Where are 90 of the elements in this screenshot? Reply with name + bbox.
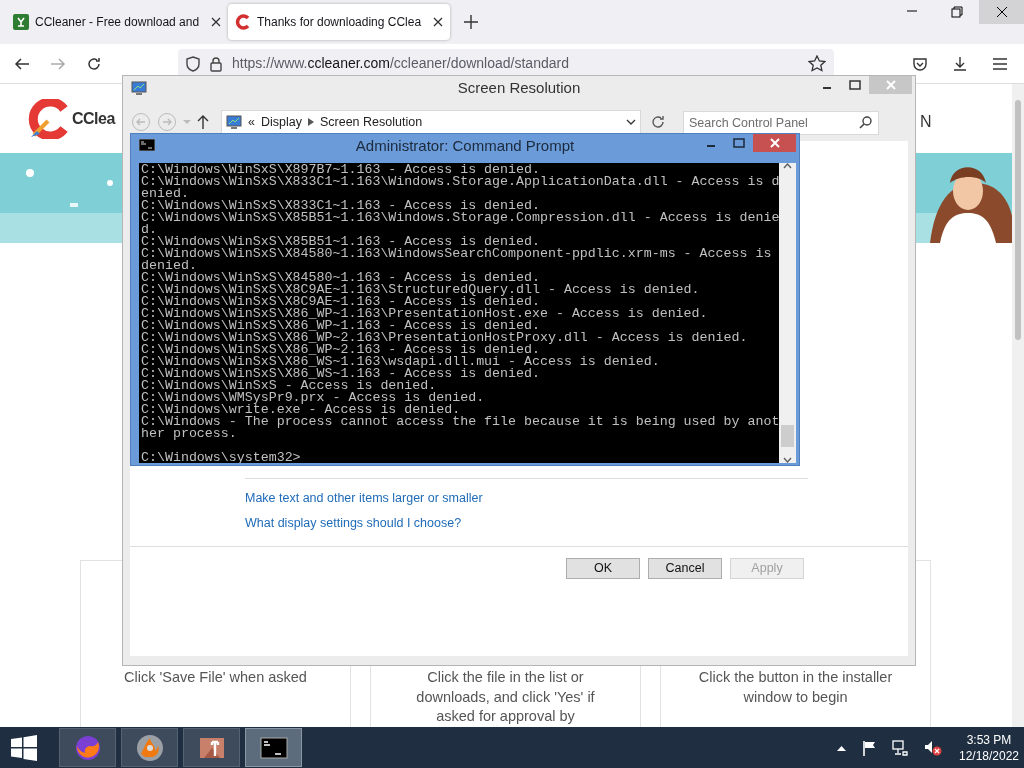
nav-link[interactable]: N [920, 110, 932, 134]
console-line: C:\Windows\WinSxS\X86_WS~1.163 - Access is denied. [141, 368, 541, 380]
console-line: C:\Windows\WinSxS\X86_WP~1.163 - Access is denied. [141, 320, 540, 332]
lock-icon [210, 55, 222, 72]
console-line: d. [141, 224, 157, 236]
console-line: C:\Windows\WinSxS\X833C1~1.163 - Access is denied. [141, 200, 540, 212]
scroll-down-icon [783, 457, 792, 463]
logo-icon [28, 98, 70, 139]
up-arrow-icon[interactable] [197, 115, 209, 129]
chevron-icon [307, 118, 314, 126]
console-line: C:\Windows\WinSxS\X86_WS~1.163\wsdapi.dll.mui - Access is denied. [141, 356, 661, 368]
clock-date: 12/18/2022 [957, 747, 1021, 764]
firefox-icon [73, 733, 102, 762]
console-line: C:\Windows\write.exe - Access is denied. [141, 404, 461, 416]
monitor-icon [226, 114, 242, 130]
console-line: C:\Windows\WinSxS\X86_WP~2.163\PresentationHostProxy.dll - Access is denied. [141, 332, 749, 344]
console-line: C:\Windows - The process cannot access the file because it is being used by anot [141, 416, 778, 428]
console-line: C:\Windows\WinSxS\X897B7~1.163 - Access is denied. [141, 164, 540, 176]
console-line: denied. [141, 260, 197, 272]
scrollbar[interactable] [779, 163, 796, 463]
console-prompt[interactable]: C:\Windows\system32> [141, 452, 778, 463]
back-icon[interactable] [14, 55, 30, 72]
taskbar-button[interactable] [183, 728, 240, 767]
restore-icon[interactable] [950, 6, 963, 18]
menu-icon[interactable] [992, 55, 1008, 72]
address-bar[interactable]: « Display Screen Resolution [221, 110, 641, 134]
refresh-icon[interactable] [651, 115, 665, 129]
maximize-icon[interactable] [733, 138, 745, 148]
download-favicon [13, 14, 29, 30]
scrollbar[interactable] [1012, 84, 1024, 727]
logo-text[interactable]: CClea [72, 106, 115, 131]
clock-time: 3:53 PM [965, 731, 1013, 748]
chevron-up-icon[interactable] [837, 744, 846, 751]
console-line: C:\Windows\WinSxS\X85B51~1.163 - Access is denied. [141, 236, 540, 248]
breadcrumb-item[interactable]: Display [260, 112, 302, 132]
maximize-icon[interactable] [849, 80, 861, 90]
close-icon[interactable] [211, 17, 221, 27]
close-icon[interactable] [995, 6, 1008, 18]
pocket-icon[interactable] [912, 55, 928, 72]
console-line: C:\Windows\WinSxS\X86_WP~2.163 - Access is denied. [141, 344, 540, 356]
start-icon[interactable] [11, 734, 37, 761]
step-text: Click the button in the installer window to begin [697, 668, 894, 707]
url-text: https://www.ccleaner.com/ccleaner/download/standard [232, 54, 570, 73]
flag-icon[interactable] [862, 739, 876, 756]
browser-tab[interactable]: CCleaner - Free download and [6, 4, 228, 40]
step-text: Click 'Save File' when asked [123, 668, 308, 687]
taskbar-button[interactable] [245, 728, 302, 767]
console-line: C:\Windows\WinSxS\X8C9AE~1.163 - Access is denied. [141, 296, 540, 308]
console-line: enied. [141, 188, 189, 200]
clock[interactable]: 3:53 PM 12/18/2022 [954, 731, 1024, 764]
breadcrumb-item[interactable]: Screen Resolution [319, 112, 423, 132]
browser-tab[interactable]: Thanks for downloading CClea [228, 4, 450, 40]
window-title: Administrator: Command Prompt [355, 136, 575, 157]
window-close-button[interactable] [753, 134, 796, 152]
tab-title: Thanks for downloading CClea [257, 14, 423, 31]
ccleaner-favicon [235, 14, 251, 30]
disc-icon [135, 733, 164, 762]
console-line: C:\Windows\WinSxS\X8C9AE~1.163\StructuredQuery.dll - Access is denied. [141, 284, 701, 296]
scrollbar-thumb[interactable] [1015, 100, 1021, 340]
console-line: C:\Windows\WinSxS\X84580~1.163\WindowsSearchComponent-ppdlic.xrm-ms - Access is [141, 248, 773, 260]
search-field[interactable]: Search Control Panel [683, 111, 879, 135]
dialog-button[interactable]: OK [566, 558, 640, 579]
console-icon [139, 139, 155, 151]
console-line: her process. [141, 428, 238, 440]
console-line: C:\Windows\WinSxS - Access is denied. [141, 380, 437, 392]
console-line: C:\Windows\WinSxS\X84580~1.163 - Access is denied. [141, 272, 541, 284]
search-icon[interactable] [859, 116, 872, 129]
network-icon[interactable] [892, 739, 908, 756]
scrollbar-thumb[interactable] [781, 425, 795, 447]
shield-icon [186, 55, 200, 72]
reload-icon[interactable] [86, 55, 102, 72]
console-line: C:\Windows\WinSxS\X85B51~1.163\Windows.Storage.Compression.dll - Access is denie [141, 212, 778, 224]
dropdown-icon[interactable] [626, 119, 636, 125]
help-link[interactable]: What display settings should I choose? [245, 513, 462, 533]
monitor-icon [131, 81, 147, 96]
console-line: C:\Windows\WMSysPr9.prx - Access is denied. [141, 392, 486, 404]
console-line: C:\Windows\WinSxS\X833C1~1.163\Windows.Storage.ApplicationData.dll - Access is d [141, 176, 778, 188]
window-title: Screen Resolution [457, 78, 581, 99]
step-text: Click the file in the list or downloads, and click 'Yes' if asked for approval by [415, 668, 596, 726]
volume-muted-icon[interactable] [924, 739, 942, 756]
new-tab-icon[interactable] [464, 15, 478, 29]
download-icon[interactable] [952, 55, 968, 72]
close-icon[interactable] [433, 17, 443, 27]
help-link[interactable]: Make text and other items larger or smaller [245, 488, 483, 508]
star-icon[interactable] [808, 54, 826, 73]
breadcrumb-separator: « [248, 113, 255, 131]
console-line: C:\Windows\WinSxS\X86_WP~1.163\PresentationHost.exe - Access is denied. [141, 308, 709, 320]
scroll-up-icon [783, 163, 792, 169]
tab-title: CCleaner - Free download and [35, 14, 201, 31]
dialog-button[interactable]: Cancel [648, 558, 722, 579]
